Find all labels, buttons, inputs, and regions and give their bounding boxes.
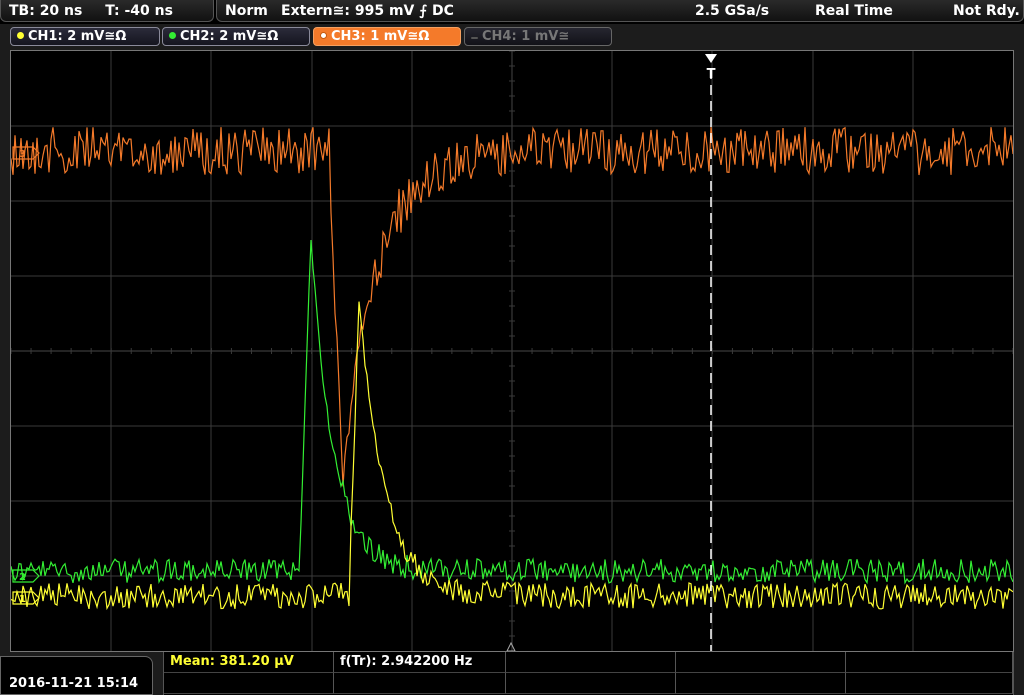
sample-rate: 2.5 GSa/s: [695, 3, 770, 19]
trigger-arrow-icon[interactable]: [705, 54, 717, 63]
timebase-panel[interactable]: TB: 20 ns T: -40 ns: [0, 0, 214, 22]
channel-1-tag-label: 1: [19, 594, 26, 605]
frequency-measurement: f(Tr): 2.942200 Hz: [340, 654, 473, 669]
channel-3-dot-icon: [320, 32, 327, 39]
trigger-source: Extern≅: 995 mV ⨍ DC: [281, 3, 454, 19]
channel-2-button[interactable]: CH2: 2 mV≅Ω: [162, 27, 310, 46]
channel-1-label: CH1: 2 mV≅Ω: [28, 29, 127, 44]
channel-4-label: CH4: 1 mV≅: [482, 29, 570, 44]
channel-2-dot-icon: [169, 32, 176, 39]
date-time: 2016-11-21 15:14: [0, 656, 153, 695]
trigger-marker-label: T: [707, 67, 716, 82]
channel-4-dash-icon: [471, 37, 478, 39]
waveform-display[interactable]: T 3 2 1: [10, 50, 1014, 652]
channel-1-button[interactable]: CH1: 2 mV≅Ω: [10, 27, 160, 46]
channel-3-button[interactable]: CH3: 1 mV≅Ω: [313, 27, 461, 46]
horizontal-position-marker-icon: [506, 641, 516, 651]
graticule-grid: [11, 51, 1013, 651]
channel-3-label: CH3: 1 mV≅Ω: [331, 29, 430, 44]
status-bar: TB: 20 ns T: -40 ns Norm Extern≅: 995 mV…: [0, 0, 1024, 24]
trigger-time-value: T: -40 ns: [105, 3, 173, 19]
trigger-mode: Norm: [225, 3, 268, 19]
run-state: Not Rdy.: [953, 3, 1020, 19]
timebase-value: TB: 20 ns: [9, 3, 83, 19]
channel-2-tag-label: 2: [19, 572, 26, 583]
channel-1-dot-icon: [17, 32, 24, 39]
mean-measurement: Mean: 381.20 µV: [170, 654, 294, 669]
channel-3-tag-label: 3: [19, 149, 26, 160]
measurement-panel[interactable]: Mean: 381.20 µV f(Tr): 2.942200 Hz: [163, 652, 1014, 695]
acquisition-mode: Real Time: [815, 3, 893, 19]
channel-2-label: CH2: 2 mV≅Ω: [180, 29, 279, 44]
channel-bar: CH1: 2 mV≅Ω CH2: 2 mV≅Ω CH3: 1 mV≅Ω CH4:…: [0, 24, 1024, 50]
trigger-panel[interactable]: Norm Extern≅: 995 mV ⨍ DC 2.5 GSa/s Real…: [216, 0, 1024, 22]
channel-4-button[interactable]: CH4: 1 mV≅: [464, 27, 612, 46]
bottom-bar: 2016-11-21 15:14 Mean: 381.20 µV f(Tr): …: [0, 652, 1024, 695]
